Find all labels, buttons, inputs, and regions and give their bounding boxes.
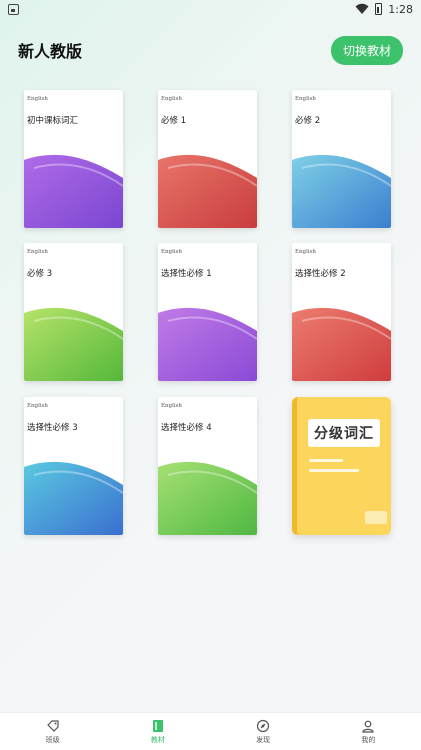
book-cover-art (292, 154, 391, 228)
book-card[interactable]: English 选择性必修 3 (24, 397, 123, 535)
decor-line (309, 459, 343, 462)
book-card[interactable]: English 选择性必修 2 (292, 243, 391, 381)
book-cover-art (158, 154, 257, 228)
bottom-tab-bar: 班级 教材 发现 我的 (0, 712, 421, 750)
book-cover-art (292, 307, 391, 381)
tab-label: 班级 (45, 735, 60, 744)
book-card[interactable]: English 必修 2 (292, 90, 391, 228)
book-en-label: English (295, 96, 316, 102)
book-en-label: English (161, 96, 182, 102)
book-en-label: English (27, 96, 48, 102)
tab-mine[interactable]: 我的 (316, 713, 421, 750)
book-card[interactable]: English 必修 3 (24, 243, 123, 381)
book-cover-art (24, 154, 123, 228)
book-cover-art (24, 307, 123, 381)
book-title: 选择性必修 4 (161, 423, 212, 433)
book-card[interactable]: English 初中课标词汇 (24, 90, 123, 228)
book-card[interactable]: English 必修 1 (158, 90, 257, 228)
book-en-label: English (161, 403, 182, 409)
book-grid: English 初中课标词汇 English 必修 1 English 必修 2… (0, 0, 421, 700)
book-en-label: English (27, 249, 48, 255)
tag-icon (46, 719, 59, 732)
tab-label: 我的 (361, 735, 376, 744)
book-title: 初中课标词汇 (27, 116, 79, 126)
book-card[interactable]: English 选择性必修 1 (158, 243, 257, 381)
book-cover-art (158, 307, 257, 381)
book-en-label: English (295, 249, 316, 255)
book-title: 必修 2 (295, 116, 321, 126)
decor-tag (365, 511, 387, 524)
tab-label: 教材 (150, 735, 165, 744)
tab-label: 发现 (256, 735, 271, 744)
user-icon (362, 720, 374, 733)
tab-class[interactable]: 班级 (0, 713, 105, 750)
book-title: 必修 3 (27, 269, 53, 279)
tab-textbook[interactable]: 教材 (105, 713, 210, 750)
book-en-label: English (27, 403, 48, 409)
book-title: 选择性必修 2 (295, 269, 346, 279)
book-title: 必修 1 (161, 116, 187, 126)
decor-line (309, 469, 359, 472)
book-title: 选择性必修 3 (27, 423, 78, 433)
graded-vocabulary-label: 分级词汇 (308, 419, 380, 447)
book-title: 选择性必修 1 (161, 269, 212, 279)
graded-vocabulary-book[interactable]: 分级词汇 (292, 397, 391, 535)
book-card[interactable]: English 选择性必修 4 (158, 397, 257, 535)
book-icon (152, 719, 163, 732)
tab-discover[interactable]: 发现 (211, 713, 316, 750)
book-en-label: English (161, 249, 182, 255)
book-cover-art (158, 461, 257, 535)
compass-icon (257, 719, 270, 732)
book-cover-art (24, 461, 123, 535)
